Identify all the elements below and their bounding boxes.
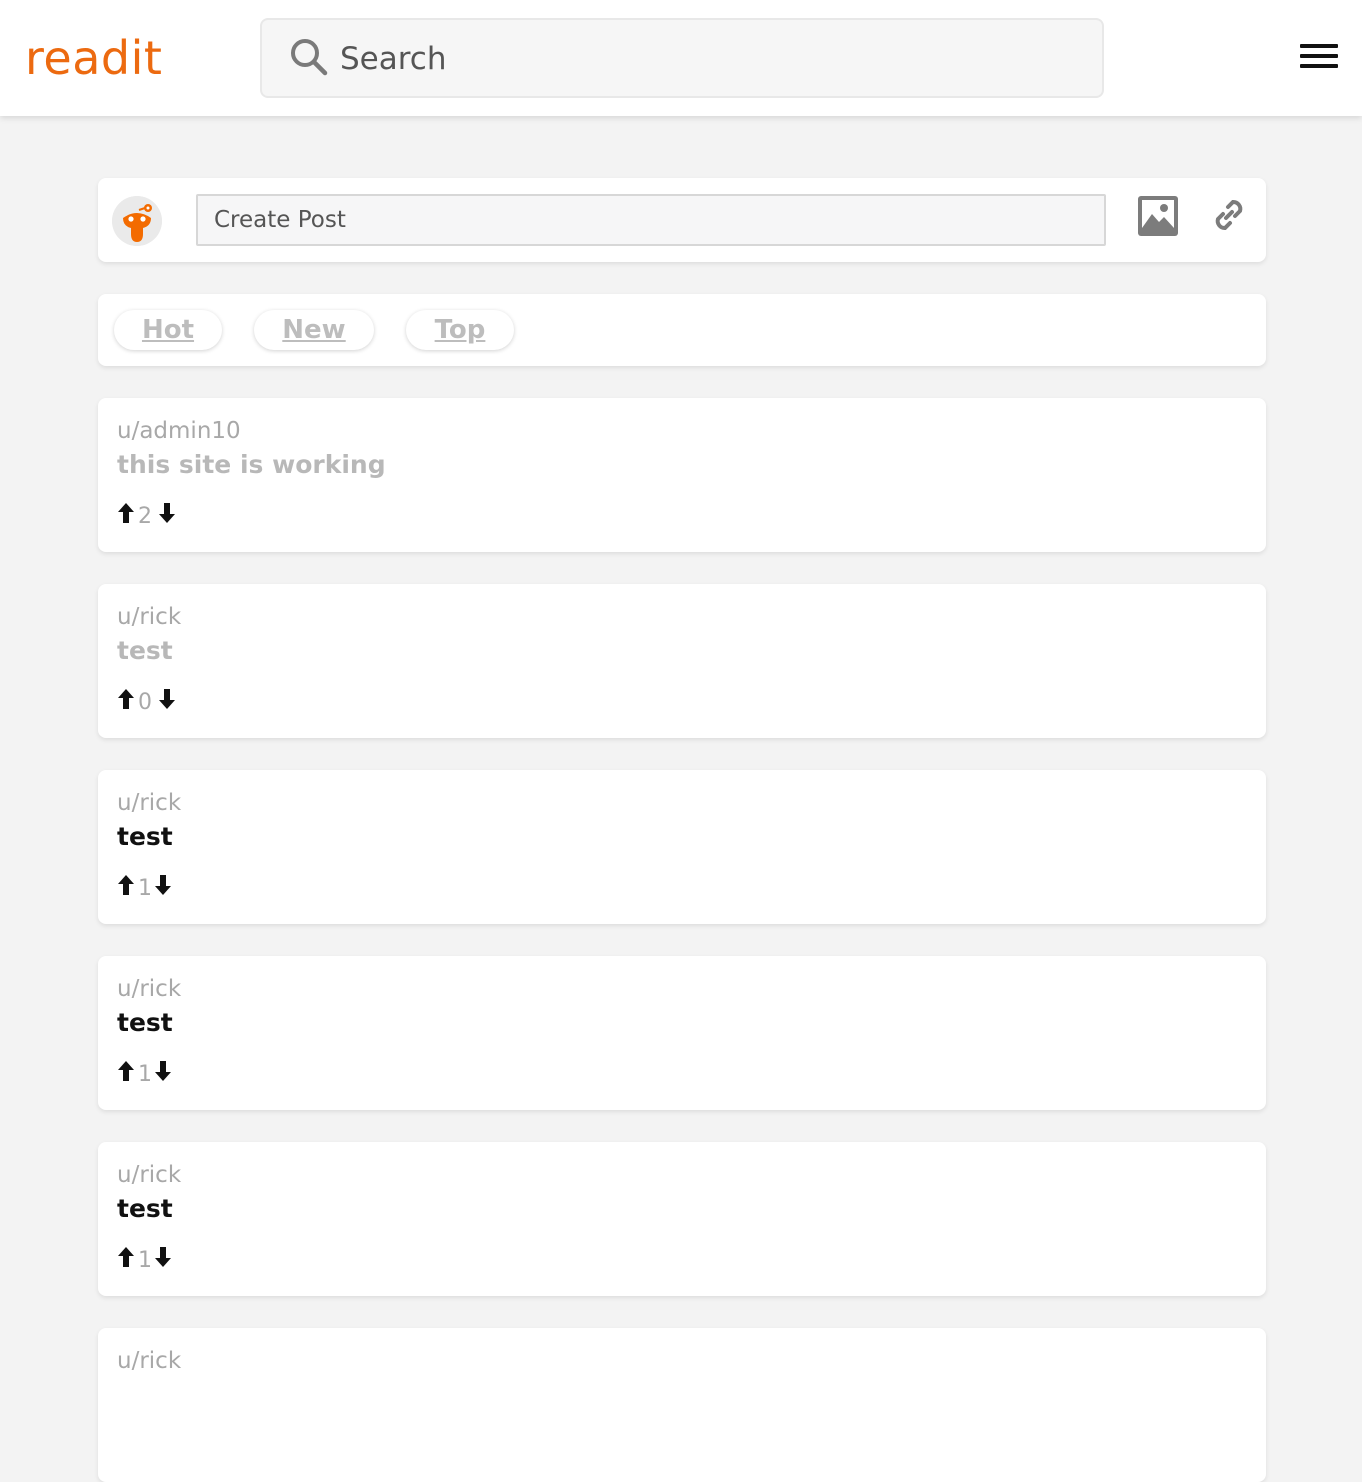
- post-title[interactable]: test: [117, 1194, 173, 1223]
- sort-hot-button[interactable]: Hot: [114, 310, 222, 350]
- downvote-arrow-icon[interactable]: [158, 502, 176, 524]
- vote-score: 1: [138, 1062, 152, 1087]
- upvote-arrow-icon[interactable]: [117, 1246, 135, 1268]
- upvote-arrow-icon[interactable]: [117, 874, 135, 896]
- post-title[interactable]: test: [117, 636, 173, 665]
- vote-score: 0: [138, 690, 152, 715]
- vote-score: 1: [138, 876, 152, 901]
- vote-score: 1: [138, 1248, 152, 1273]
- sort-new-button[interactable]: New: [254, 310, 374, 350]
- post-author[interactable]: u/rick: [117, 1162, 181, 1188]
- upvote-arrow-icon[interactable]: [117, 502, 135, 524]
- post-card[interactable]: u/admin10 this site is working 2: [98, 398, 1266, 552]
- downvote-arrow-icon[interactable]: [158, 688, 176, 710]
- post-title[interactable]: this site is working: [117, 450, 386, 479]
- sort-top-button[interactable]: Top: [406, 310, 514, 350]
- post-card[interactable]: u/rick: [98, 1328, 1266, 1482]
- post-author[interactable]: u/rick: [117, 604, 181, 630]
- vote-score: 2: [138, 504, 152, 529]
- menu-line: [1300, 44, 1338, 48]
- reddit-alien-avatar-icon[interactable]: [112, 196, 162, 246]
- post-author[interactable]: u/rick: [117, 976, 181, 1002]
- post-author[interactable]: u/admin10: [117, 418, 241, 444]
- upvote-arrow-icon[interactable]: [117, 1060, 135, 1082]
- create-post-card: [98, 178, 1266, 262]
- search-icon: [291, 39, 328, 76]
- site-logo[interactable]: readit: [25, 30, 162, 86]
- downvote-arrow-icon[interactable]: [154, 874, 172, 896]
- avatar-graphic: [112, 196, 162, 246]
- sort-tabs-card: Hot New Top: [98, 294, 1266, 366]
- post-title[interactable]: test: [117, 822, 173, 851]
- top-navbar: readit: [0, 0, 1362, 116]
- downvote-arrow-icon[interactable]: [154, 1246, 172, 1268]
- hamburger-menu-icon[interactable]: [1300, 42, 1338, 70]
- image-icon[interactable]: [1138, 196, 1178, 236]
- search-input[interactable]: [340, 36, 1080, 82]
- menu-line: [1300, 54, 1338, 58]
- post-card[interactable]: u/rick test 1: [98, 1142, 1266, 1296]
- post-card[interactable]: u/rick test 1: [98, 770, 1266, 924]
- post-author[interactable]: u/rick: [117, 1348, 181, 1374]
- downvote-arrow-icon[interactable]: [154, 1060, 172, 1082]
- post-title[interactable]: test: [117, 1008, 173, 1037]
- upvote-arrow-icon[interactable]: [117, 688, 135, 710]
- post-card[interactable]: u/rick test 1: [98, 956, 1266, 1110]
- post-card[interactable]: u/rick test 0: [98, 584, 1266, 738]
- search-bar[interactable]: [260, 18, 1104, 98]
- link-icon[interactable]: [1210, 196, 1248, 234]
- create-post-input[interactable]: [196, 194, 1106, 246]
- menu-line: [1300, 64, 1338, 68]
- post-author[interactable]: u/rick: [117, 790, 181, 816]
